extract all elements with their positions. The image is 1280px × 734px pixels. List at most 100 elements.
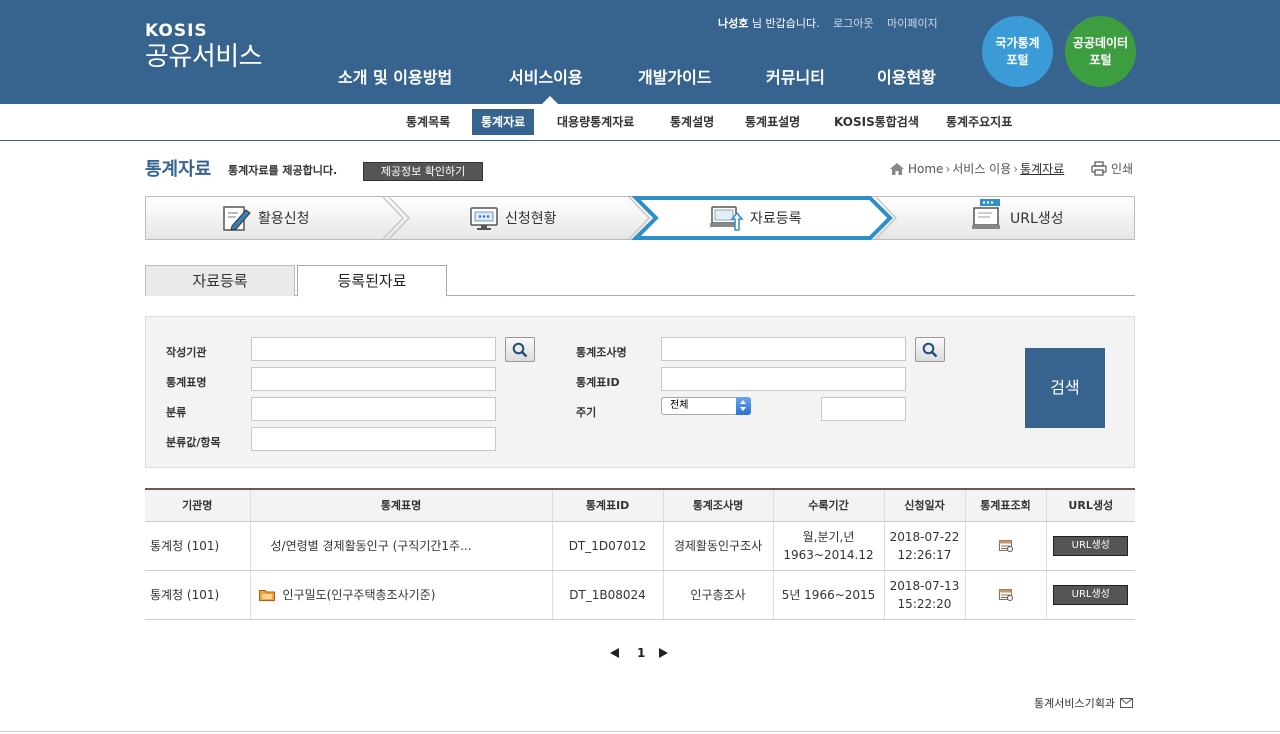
category-input[interactable]: [251, 397, 496, 421]
item-label: 분류값/항목: [166, 436, 221, 449]
row-date-time: 15:22:20: [897, 596, 952, 611]
breadcrumb-separator-icon: ›: [1013, 161, 1019, 176]
cycle-selected-value: 전체: [670, 400, 689, 411]
item-input[interactable]: [251, 427, 496, 451]
table-row: 통계청 (101) 성/연령별 경제활동인구 (구직기간1주... DT_1D0…: [145, 521, 1135, 571]
logout-link[interactable]: 로그아웃: [833, 17, 873, 30]
url-monitor-icon: [972, 199, 1000, 229]
survey-search-button[interactable]: [915, 337, 945, 362]
page-number[interactable]: 1: [637, 646, 645, 660]
confirm-info-button[interactable]: 제공정보 확인하기: [363, 162, 483, 181]
page-description: 통계자료를 제공합니다.: [228, 164, 338, 177]
breadcrumb-current[interactable]: 통계자료: [1020, 160, 1064, 177]
row-period-range: 1963~2014.12: [783, 547, 874, 562]
col-table-id: 통계표ID: [551, 489, 663, 522]
monitor-icon: [470, 207, 498, 230]
url-create-button[interactable]: URL생성: [1053, 536, 1129, 556]
breadcrumb: Home › 서비스 이용 › 통계자료: [889, 160, 1064, 177]
breadcrumb-home[interactable]: Home: [908, 162, 943, 176]
row-table-id: DT_1B08024: [551, 570, 663, 620]
gnb-service[interactable]: 서비스이용: [509, 64, 583, 88]
step-apply[interactable]: 활용신청: [222, 196, 310, 240]
row-view-cell: [964, 570, 1046, 620]
user-utility-bar: 나성호 님 반갑습니다. 로그아웃 마이페이지: [718, 15, 938, 31]
contact-link[interactable]: 통계서비스기획과: [1034, 695, 1133, 711]
survey-input[interactable]: [661, 337, 906, 361]
print-button[interactable]: 인쇄: [1091, 160, 1133, 177]
breadcrumb-service[interactable]: 서비스 이용: [952, 160, 1011, 177]
table-name-input[interactable]: [251, 367, 496, 391]
col-period: 수록기간: [772, 489, 884, 522]
mypage-link[interactable]: 마이페이지: [887, 17, 938, 30]
row-survey: 인구총조사: [662, 570, 773, 620]
select-arrows-icon: [736, 397, 751, 415]
gnb-dev-guide[interactable]: 개발가이드: [638, 64, 712, 88]
row-view-cell: [964, 521, 1046, 571]
cycle-value-input[interactable]: [821, 397, 906, 421]
gnb-usage[interactable]: 이용현황: [877, 64, 936, 88]
cycle-select[interactable]: 전체: [661, 397, 751, 415]
subnav-stat-list[interactable]: 통계목록: [397, 109, 459, 135]
prev-page-icon[interactable]: [610, 648, 619, 658]
subnav-key-indicators[interactable]: 통계주요지표: [937, 109, 1021, 135]
tab-register-data[interactable]: 자료등록: [145, 265, 295, 296]
data-tabs: 자료등록 등록된자료: [145, 265, 1135, 297]
row-date: 2018-07-22 12:26:17: [883, 521, 965, 571]
public-data-portal-button[interactable]: 공공데이터 포털: [1065, 16, 1136, 87]
gnb-intro[interactable]: 소개 및 이용방법: [338, 64, 452, 88]
site-header: KOSIS 공유서비스 나성호 님 반갑습니다. 로그아웃 마이페이지 소개 및…: [0, 0, 1280, 105]
step-status-label: 신청현황: [505, 211, 557, 227]
kosis-portal-button[interactable]: 국가통계 포털: [982, 16, 1053, 87]
url-create-button[interactable]: URL생성: [1053, 585, 1129, 605]
row-url-cell: URL생성: [1045, 521, 1135, 571]
step-apply-label: 활용신청: [258, 211, 310, 227]
subnav-table-desc[interactable]: 통계표설명: [736, 109, 809, 135]
kosis-portal-label: 국가통계 포털: [995, 35, 1040, 67]
category-label: 분류: [166, 406, 187, 419]
table-view-icon[interactable]: [998, 589, 1013, 601]
search-button[interactable]: 검색: [1025, 348, 1105, 428]
tab-registered-data[interactable]: 등록된자료: [297, 265, 447, 297]
table-name-label: 통계표명: [166, 376, 207, 389]
search-icon: [512, 342, 528, 357]
row-survey: 경제활동인구조사: [662, 521, 773, 571]
col-table-name: 통계표명: [249, 489, 552, 522]
row-date-day: 2018-07-22: [889, 529, 960, 544]
logo-kosis: KOSIS: [145, 21, 208, 41]
print-label: 인쇄: [1111, 162, 1134, 176]
step-register-label: 자료등록: [750, 211, 802, 227]
logo-service-name: 공유서비스: [145, 42, 263, 72]
row-table-name[interactable]: 성/연령별 경제활동인구 (구직기간1주...: [249, 521, 552, 571]
row-period: 월,분기,년 1963~2014.12: [772, 521, 884, 571]
row-url-cell: URL생성: [1045, 570, 1135, 620]
row-org: 통계청 (101): [145, 521, 250, 571]
table-row: 통계청 (101) 인구밀도(인구주택총조사기준) DT_1B08024 인구총…: [145, 570, 1135, 620]
step-url[interactable]: URL생성: [972, 196, 1064, 240]
table-view-icon[interactable]: [998, 540, 1013, 552]
row-org: 통계청 (101): [145, 570, 250, 620]
subnav-kosis-search[interactable]: KOSIS통합검색: [825, 109, 928, 135]
public-data-portal-label: 공공데이터 포털: [1072, 35, 1129, 67]
org-input[interactable]: [251, 337, 496, 361]
step-register[interactable]: 자료등록: [710, 196, 802, 240]
home-icon: [890, 162, 904, 175]
gnb-community[interactable]: 커뮤니티: [766, 64, 825, 88]
table-id-input[interactable]: [661, 367, 906, 391]
site-logo[interactable]: KOSIS 공유서비스: [145, 21, 263, 74]
sub-navigation: 통계목록 통계자료 대용량통계자료 통계설명 통계표설명 KOSIS통합검색 통…: [0, 104, 1280, 141]
edit-form-icon: [223, 206, 251, 231]
subnav-stat-desc[interactable]: 통계설명: [661, 109, 723, 135]
search-panel: 작성기관 통계조사명 통계표명 통계표ID 분류 주기 전체 분류값/항목 검색: [145, 316, 1135, 468]
org-search-button[interactable]: [505, 337, 535, 362]
row-table-name-cell[interactable]: 인구밀도(인구주택총조사기준): [249, 570, 552, 620]
subnav-bulk-data[interactable]: 대용량통계자료: [548, 109, 643, 135]
process-steps: 활용신청 신청현황 자료등록 URL생성: [145, 196, 1135, 240]
next-page-icon[interactable]: [659, 648, 669, 658]
col-view: 통계표조회: [964, 489, 1046, 522]
step-url-label: URL생성: [1010, 211, 1064, 227]
survey-label: 통계조사명: [576, 346, 627, 359]
subnav-stat-data[interactable]: 통계자료: [472, 109, 535, 135]
cycle-label: 주기: [576, 406, 597, 419]
page-title: 통계자료: [145, 159, 212, 180]
step-status[interactable]: 신청현황: [469, 196, 557, 240]
